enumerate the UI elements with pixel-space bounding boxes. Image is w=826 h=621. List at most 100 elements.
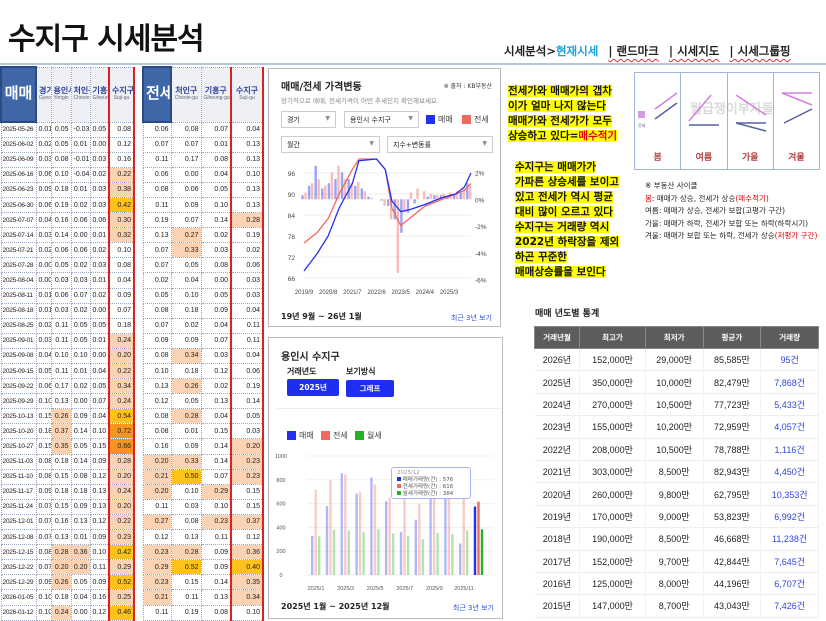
view-label: 보기방식: [346, 367, 376, 376]
change-value: 0.26: [170, 378, 202, 395]
change-value: 0.04: [230, 121, 264, 138]
right-tick-label: -2%: [475, 224, 487, 231]
stats-title: 매매 년도별 통계: [535, 309, 600, 319]
change-value: 0.06: [142, 121, 172, 138]
change-value: 0.02: [70, 378, 91, 395]
change-value: 0.33: [170, 453, 202, 470]
change-value: 0.10: [50, 166, 72, 183]
change-value: 0.03: [230, 272, 264, 289]
header-divider: [0, 63, 826, 65]
week-date: 2025-09-08: [0, 347, 37, 365]
volume-cell: 7,426건: [760, 594, 819, 618]
change-value: 0.13: [230, 196, 264, 214]
volume-bar: [325, 505, 329, 575]
change-value: 0.30: [108, 212, 135, 229]
min-price-cell: 10,000만: [645, 370, 704, 394]
change-value: 0.10: [170, 483, 202, 500]
change-value: 0.18: [50, 181, 72, 198]
week-date: 2025-09-15: [0, 362, 37, 380]
change-bar: [317, 179, 320, 200]
table-row: 2025-10-27 0.15 0.35 0.05 0.15 0.66: [0, 438, 135, 455]
nav-price-map[interactable]: | 시세지도: [669, 44, 720, 58]
change-value: 0.13: [50, 529, 72, 546]
change-bar: [307, 185, 311, 200]
change-value: 0.10: [35, 604, 52, 621]
legend-jeonse[interactable]: 전세: [462, 114, 489, 125]
change-value: 0.03: [70, 272, 91, 289]
table-row: 0.06 0.08 0.07 0.04: [142, 121, 264, 138]
week-date: 2025-08-18: [0, 302, 37, 319]
week-date: 2026-01-05: [0, 589, 37, 606]
volume-bar: [318, 536, 321, 575]
chevron-down-icon: ▼: [408, 115, 413, 122]
volume-bar: [329, 480, 332, 575]
legend-sale[interactable]: 매매: [287, 430, 314, 441]
legend-jeonse[interactable]: 전세: [321, 430, 348, 441]
view-button[interactable]: 그래프: [346, 380, 394, 397]
change-value: 0.08: [70, 468, 91, 485]
change-value: 0.15: [50, 468, 72, 485]
change-value: 0.05: [200, 181, 232, 198]
legend-sale[interactable]: 매매: [426, 114, 453, 125]
nav-landmark[interactable]: | 랜드마크: [608, 44, 659, 58]
week-date: 2025-11-17: [0, 483, 37, 500]
nav-current[interactable]: 현재시세: [556, 44, 598, 58]
recent-3y-link[interactable]: 최근 3년 보기: [453, 603, 494, 613]
change-value: 0.15: [50, 498, 72, 515]
change-value: 0.08: [142, 302, 172, 319]
change-value: 0.72: [108, 423, 135, 440]
change-value: 0.11: [142, 604, 172, 621]
week-date: 2025-08-25: [0, 317, 37, 334]
week-date: 2025-12-08: [0, 529, 37, 546]
change-value: 0.52: [170, 559, 202, 576]
col-yongin: 용인시Yongin: [50, 66, 72, 123]
table-row: 0.08 0.28 0.04 0.05: [142, 408, 264, 425]
district-select[interactable]: 용인시 수지구 ▼: [344, 111, 419, 128]
change-value: 0.03: [89, 181, 110, 198]
volume-cell: 5,433건: [760, 393, 819, 417]
volume-bar: [466, 530, 469, 575]
table-row: 0.29 0.52 0.09 0.40: [142, 559, 264, 576]
avg-price-cell: 43,043만: [703, 594, 762, 618]
change-value: 0.20: [70, 559, 91, 576]
change-value: 0.15: [230, 498, 264, 515]
region-select[interactable]: 경기 ▼: [281, 111, 336, 128]
nav-price-grouping[interactable]: | 시세그룹핑: [729, 44, 790, 58]
change-value: 0.23: [142, 544, 172, 561]
change-value: 0.25: [108, 589, 135, 606]
week-date: 2025-07-21: [0, 242, 37, 259]
change-value: 0.19: [230, 227, 264, 244]
price-change-panel: 매매/전세 가격변동 ※ 출처 : KB부동산 장기적으로 매매, 전세가격이 …: [268, 68, 501, 327]
max-price-cell: 170,000만: [579, 505, 646, 529]
change-value: 0.46: [108, 604, 135, 621]
change-value: 0.03: [230, 287, 264, 304]
year-button[interactable]: 2025년: [287, 379, 339, 396]
change-value: 0.28: [50, 544, 72, 561]
volume-bar: [355, 493, 358, 575]
change-value: 0.04: [200, 317, 232, 334]
recent-3y-link[interactable]: 최근 3년 보기: [451, 313, 492, 323]
week-date: 2025-09-29: [0, 393, 37, 410]
change-value: 0.03: [200, 242, 232, 259]
change-value: 0.05: [70, 332, 91, 349]
divider: [277, 408, 502, 409]
min-price-cell: 8,500만: [645, 527, 704, 551]
volume-cell: 7,645건: [760, 550, 819, 573]
x-tick-label: 2024/4: [416, 290, 435, 296]
max-price-cell: 303,000만: [579, 460, 646, 484]
x-tick-label: 2022/6: [367, 290, 386, 296]
table-row: 2021년 303,000만 8,500만 82,943만 4,450건: [534, 460, 819, 484]
legend-monthly[interactable]: 월세: [355, 430, 382, 441]
week-date: 2025-06-23: [0, 181, 37, 198]
change-value: 0.07: [170, 136, 202, 153]
change-value: 0.23: [142, 574, 172, 591]
table-row: 2019년 170,000만 9,000만 53,823만 6,992건: [534, 505, 819, 529]
col-giheung: 기흥구Giheung-gu: [200, 66, 232, 123]
change-value: 0.10: [70, 347, 91, 365]
change-value: 0.09: [200, 544, 232, 561]
table-row: 0.07 0.07 0.01 0.13: [142, 136, 264, 153]
change-value: 0.50: [170, 468, 202, 485]
panel-title: 용인시 수지구: [281, 352, 340, 363]
week-date: 2025-11-03: [0, 453, 37, 470]
volume-bar: [388, 497, 391, 575]
